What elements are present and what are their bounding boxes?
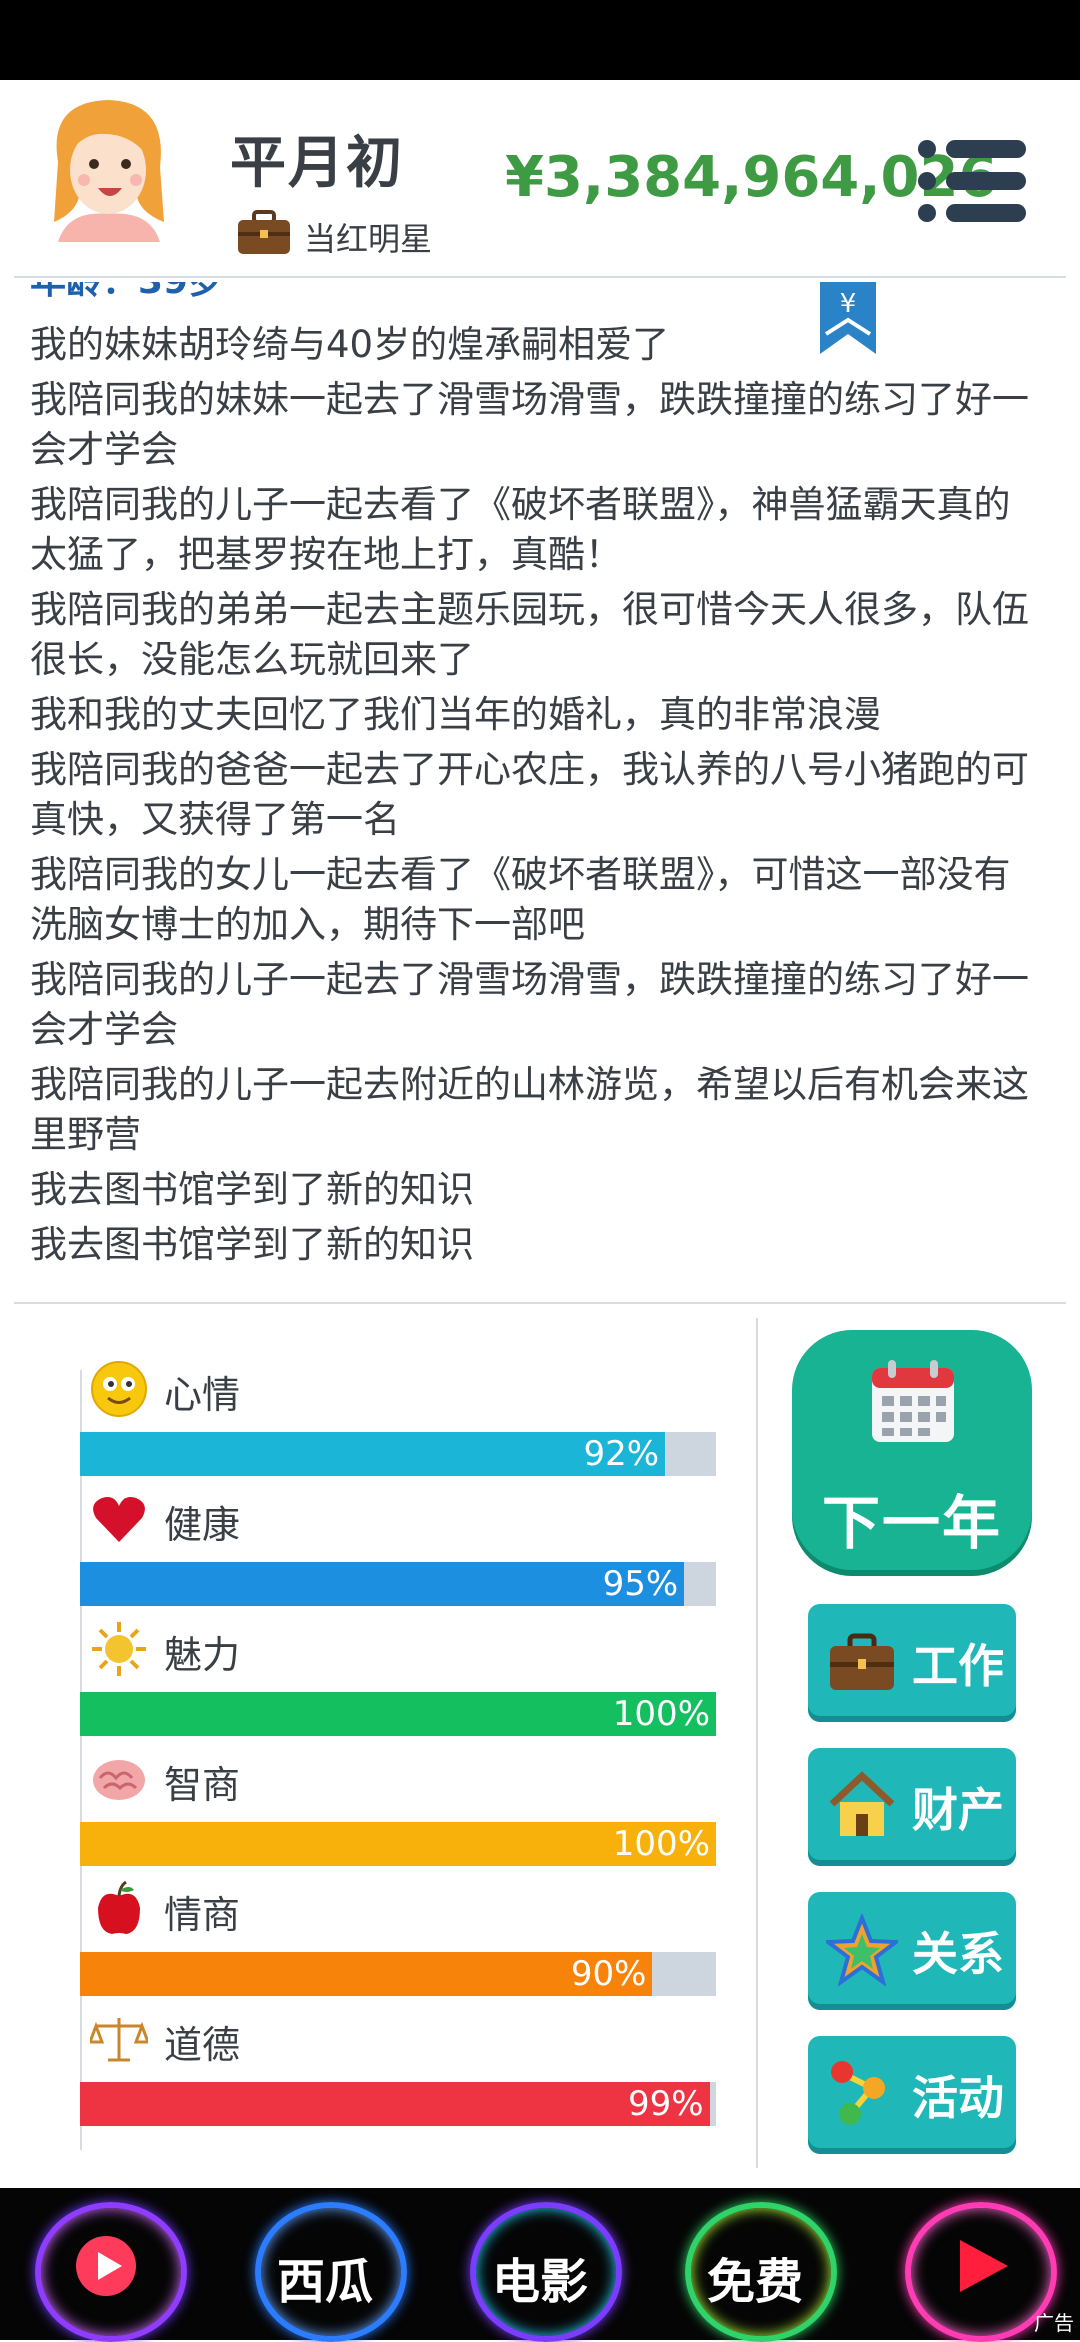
log-entry: 我陪同我的女儿一起去看了《破坏者联盟》，可惜这一部没有洗脑女博士的加入，期待下一… — [30, 853, 1011, 946]
ad-movie[interactable]: 电影 — [465, 2202, 622, 2342]
stat-label: 情商 — [164, 1893, 241, 1937]
stat-label: 道德 — [164, 2023, 241, 2067]
stat-track: 100% — [80, 1692, 716, 1736]
star-icon — [826, 1914, 898, 1986]
scales-icon — [90, 2018, 148, 2062]
log-entry: 我陪同我的儿子一起去了滑雪场滑雪，跌跌撞撞的练习了好一会才学会 — [30, 958, 1029, 1051]
log-entry: 我陪同我的儿子一起去附近的山林游览，希望以后有机会来这里野营 — [30, 1063, 1029, 1156]
stat-value: 90% — [570, 1954, 647, 1994]
log-entry: 我陪同我的儿子一起去看了《破坏者联盟》，神兽猛霸天真的太猛了，把基罗按在地上打，… — [30, 483, 1011, 576]
log-divider — [14, 1302, 1066, 1304]
stat-value: 92% — [583, 1434, 660, 1474]
stat-track: 95% — [80, 1562, 716, 1606]
stat-value: 95% — [602, 1564, 679, 1604]
log-entry: 我去图书馆学到了新的知识 — [30, 1223, 474, 1266]
log-entry: 我的妹妹胡玲绮与40岁的煌承嗣相爱了 — [30, 323, 670, 366]
brain-icon — [93, 1760, 145, 1800]
house-icon — [829, 1771, 895, 1836]
activity-label: 活动 — [912, 2071, 1004, 2125]
video-logo-icon — [76, 2236, 136, 2296]
stat-track: 100% — [80, 1822, 716, 1866]
stat-label: 健康 — [164, 1503, 241, 1547]
work-label: 工作 — [912, 1639, 1004, 1693]
header-divider — [14, 276, 1066, 278]
stat-charm: 魅力 100% — [80, 1620, 720, 1740]
stat-value: 100% — [612, 1824, 710, 1864]
event-list: 我的妹妹胡玲绮与40岁的煌承嗣相爱了 我陪同我的妹妹一起去了滑雪场滑雪，跌跌撞撞… — [30, 320, 1040, 1272]
play-icon — [960, 2240, 1008, 2292]
smiley-icon — [91, 1361, 147, 1417]
player-name: 平月初 — [230, 131, 404, 196]
column-divider — [756, 1318, 758, 2168]
calendar-icon — [872, 1360, 954, 1442]
stat-label: 魅力 — [164, 1633, 241, 1677]
property-button[interactable]: 财产 — [808, 1748, 1016, 1860]
bookmark-symbol: ¥ — [840, 289, 857, 319]
stat-health: 健康 95% — [80, 1490, 720, 1610]
next-year-button[interactable]: 下一年 — [792, 1330, 1032, 1570]
stat-label: 心情 — [164, 1373, 241, 1417]
ad-xigua[interactable]: 西瓜 — [250, 2202, 407, 2342]
ad-label: 西瓜 — [276, 2254, 373, 2310]
ad-tag: 广告 — [1034, 2311, 1074, 2335]
briefcase-icon — [830, 1633, 894, 1690]
money-bookmark-icon[interactable]: ¥ — [820, 282, 876, 354]
ad-label: 电影 — [491, 2254, 588, 2310]
stat-iq: 智商 100% — [80, 1750, 720, 1870]
log-entry: 我陪同我的妹妹一起去了滑雪场滑雪，跌跌撞撞的练习了好一会才学会 — [30, 378, 1029, 471]
age-label: 年龄：39岁 — [30, 282, 224, 304]
activity-button[interactable]: 活动 — [808, 2036, 1016, 2148]
log-entry: 我和我的丈夫回忆了我们当年的婚礼，真的非常浪漫 — [30, 693, 881, 736]
stat-eq: 情商 90% — [80, 1880, 720, 2000]
apple-icon — [98, 1880, 140, 1934]
property-label: 财产 — [912, 1783, 1004, 1837]
log-entry: 我陪同我的爸爸一起去了开心农庄，我认养的八号小猪跑的可真快，又获得了第一名 — [30, 748, 1029, 841]
relations-label: 关系 — [912, 1927, 1004, 1981]
job-title: 当红明星 — [304, 220, 433, 258]
stat-fill: 95% — [80, 1562, 685, 1606]
stat-track: 99% — [80, 2082, 716, 2126]
stat-morality: 道德 99% — [80, 2010, 720, 2130]
ad-free[interactable]: 免费 — [680, 2202, 837, 2342]
stat-fill: 99% — [80, 2082, 710, 2126]
avatar[interactable] — [38, 92, 178, 242]
stat-track: 92% — [80, 1432, 716, 1476]
stat-track: 90% — [80, 1952, 716, 1996]
heart-icon — [93, 1497, 145, 1542]
stat-fill: 92% — [80, 1432, 666, 1476]
menu-button[interactable] — [918, 136, 1026, 226]
work-button[interactable]: 工作 — [808, 1604, 1016, 1716]
relations-button[interactable]: 关系 — [808, 1892, 1016, 2004]
briefcase-icon — [238, 210, 290, 254]
ad-video-app[interactable] — [30, 2202, 187, 2342]
stat-mood: 心情 92% — [80, 1360, 720, 1480]
ad-banner: 西瓜 电影 免费 广告 — [0, 2188, 1080, 2342]
molecule-icon — [831, 2061, 885, 2125]
status-bar — [0, 0, 1080, 80]
ad-label: 免费 — [706, 2254, 803, 2310]
next-year-label: 下一年 — [821, 1489, 1002, 1557]
stat-value: 99% — [628, 2084, 704, 2124]
stat-fill: 100% — [80, 1692, 716, 1736]
stat-fill: 100% — [80, 1822, 716, 1866]
stat-label: 智商 — [164, 1763, 241, 1807]
event-log[interactable]: 年龄：39岁 我的妹妹胡玲绮与40岁的煌承嗣相爱了 我陪同我的妹妹一起去了滑雪场… — [0, 282, 1080, 1272]
ad-play[interactable] — [900, 2202, 1057, 2342]
log-entry: 我去图书馆学到了新的知识 — [30, 1168, 474, 1211]
sun-icon — [92, 1622, 146, 1676]
stat-fill: 90% — [80, 1952, 653, 1996]
log-entry: 我陪同我的弟弟一起去主题乐园玩，很可惜今天人很多，队伍很长，没能怎么玩就回来了 — [30, 588, 1029, 681]
profile-header: 平月初 当红明星 ¥3,384,964,026 — [0, 80, 1080, 280]
stat-value: 100% — [612, 1694, 710, 1734]
